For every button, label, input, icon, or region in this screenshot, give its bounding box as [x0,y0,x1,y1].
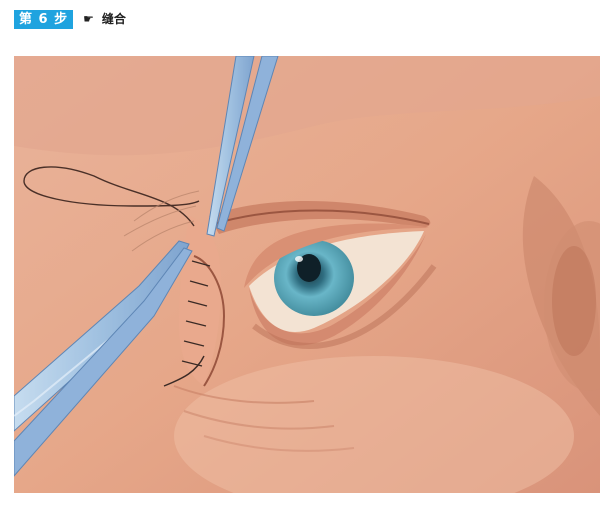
step-header: 第 6 步 ☛ 缝合 [14,9,126,29]
pointing-hand-icon: ☛ [83,11,94,26]
eye-highlight [295,256,303,262]
step-title: 缝合 [101,11,126,26]
illustration-svg [14,56,600,493]
surgery-illustration [14,56,600,493]
step-badge: 第 6 步 [14,9,74,29]
cheek-hollow [552,246,596,356]
